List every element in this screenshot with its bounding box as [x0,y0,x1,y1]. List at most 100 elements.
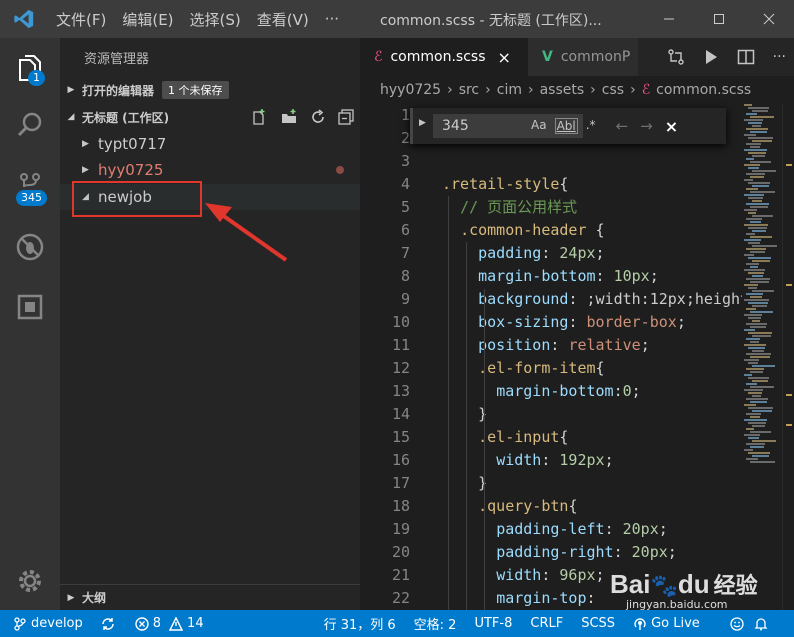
feedback-status[interactable] [730,616,744,631]
minimap-line [746,248,766,250]
code-line[interactable]: 4 .retail-style{ [360,173,742,196]
code-line[interactable]: 13 margin-bottom:0; [360,380,742,403]
minimap-line [744,284,758,286]
match-word-icon[interactable]: Abl [554,118,578,134]
code-line[interactable]: 15 .el-input{ [360,426,742,449]
code-line[interactable]: 19 padding-left: 20px; [360,518,742,541]
close-window-button[interactable] [744,0,794,38]
minimize-button[interactable] [644,0,694,38]
menu-file[interactable]: 文件(F) [48,9,114,30]
code-line[interactable]: 10 box-sizing: border-box; [360,311,742,334]
maximize-button[interactable] [694,0,744,38]
breadcrumb-item[interactable]: assets [540,82,585,98]
next-match-icon[interactable]: → [640,117,653,135]
search-activity[interactable] [0,100,60,150]
minimap-line [748,452,770,454]
minimap-line [744,449,753,451]
code-line[interactable]: 14 } [360,403,742,426]
minimap-line [750,386,774,388]
minimap-line [752,365,775,367]
code-line[interactable]: 20 padding-right: 20px; [360,541,742,564]
line-number: 4 [400,175,410,193]
breadcrumb-item[interactable]: css [602,82,624,98]
breadcrumb-item[interactable]: cim [497,82,522,98]
code-line[interactable]: 17 } [360,472,742,495]
problems-status[interactable]: 8 14 [135,616,204,631]
eol-status[interactable]: CRLF [530,616,563,631]
notifications-status[interactable] [754,617,768,631]
run-icon[interactable] [703,49,719,65]
open-editors-header[interactable]: ▶ 打开的编辑器 1 个未保存 [60,78,360,102]
workspace-header[interactable]: ◢ 无标题 (工作区) [60,105,360,129]
minimap-line [744,314,762,316]
language-status[interactable]: SCSS [581,616,615,631]
minimap-line [746,128,768,130]
code-line[interactable]: 5 // 页面公用样式 [360,196,742,219]
outline-header[interactable]: ▶ 大纲 [60,584,360,610]
minimap-line [744,299,769,301]
error-icon [135,616,149,631]
minimap-line [750,416,760,418]
folder-label: typt0717 [98,135,167,153]
code-line[interactable]: 9 background: ;width:12px;height:12px;ba… [360,288,742,311]
toggle-replace-icon[interactable]: ▶ [419,118,426,128]
breadcrumb-item[interactable]: src [459,82,479,98]
line-number: 15 [391,428,410,446]
menu-edit[interactable]: 编辑(E) [114,9,181,30]
branch-status[interactable]: develop [14,616,83,631]
match-case-icon[interactable]: Aa [531,118,547,134]
minimap-line [748,392,762,394]
minimap-line [746,158,754,160]
compare-changes-icon[interactable] [667,48,685,66]
code-line[interactable]: 11 position: relative; [360,334,742,357]
encoding-status[interactable]: UTF-8 [474,616,512,631]
folder-label: hyy0725 [98,161,164,179]
explorer-activity[interactable]: 1 [0,44,60,94]
golive-status[interactable]: Go Live [633,616,700,631]
tab-common-scss[interactable]: ℰ common.scss × [360,38,528,76]
source-control-activity[interactable]: 345 [0,160,60,210]
more-actions-icon[interactable]: ··· [773,49,786,65]
minimap-line [748,272,764,274]
split-editor-icon[interactable] [737,48,755,66]
debug-activity[interactable] [0,222,60,272]
minimap-line [750,341,759,343]
breadcrumb-item[interactable]: hyy0725 [380,82,441,98]
code-line[interactable]: 8 margin-bottom: 10px; [360,265,742,288]
refresh-icon[interactable] [310,109,326,125]
menu-selection[interactable]: 选择(S) [182,9,249,30]
minimap-line [746,338,760,340]
new-file-icon[interactable] [250,108,268,126]
vertical-scrollbar[interactable] [782,104,794,610]
settings-activity[interactable] [0,556,60,606]
indentation-status[interactable]: 空格: 2 [414,614,457,633]
regex-icon[interactable]: .* [586,118,596,134]
folder-hyy0725[interactable]: ▶ hyy0725 [60,157,360,183]
minimap-line [748,227,767,229]
menu-view[interactable]: 查看(V) [249,9,317,30]
new-folder-icon[interactable] [280,108,298,126]
previous-match-icon[interactable]: ← [616,117,629,135]
smiley-icon [730,616,744,631]
code-line[interactable]: 6 .common-header { [360,219,742,242]
cursor-position[interactable]: 行 31，列 6 [324,614,396,633]
collapse-all-icon[interactable] [338,109,354,125]
sync-status[interactable] [101,617,115,631]
error-count: 8 [152,616,162,631]
code-line[interactable]: 3 [360,150,742,173]
minimap-line [748,122,762,124]
line-text: position: relative; [478,336,650,354]
close-find-icon[interactable]: × [665,117,678,136]
minimap-line [746,428,754,430]
extensions-activity[interactable] [0,282,60,332]
code-line[interactable]: 18 .query-btn{ [360,495,742,518]
code-line[interactable]: 12 .el-form-item{ [360,357,742,380]
tab-close-icon[interactable]: × [498,48,511,67]
code-line[interactable]: 16 width: 192px; [360,449,742,472]
folder-typt0717[interactable]: ▶ typt0717 [60,131,360,157]
menu-more[interactable]: ··· [317,10,347,28]
tab-commonp[interactable]: V commonP [528,38,638,76]
breadcrumb-item[interactable]: common.scss [656,82,751,98]
code-line[interactable]: 7 padding: 24px; [360,242,742,265]
code-editor[interactable]: 1 2 3 4 .retail-style{5 // 页面公用样式 6 .common-h… [360,104,742,610]
